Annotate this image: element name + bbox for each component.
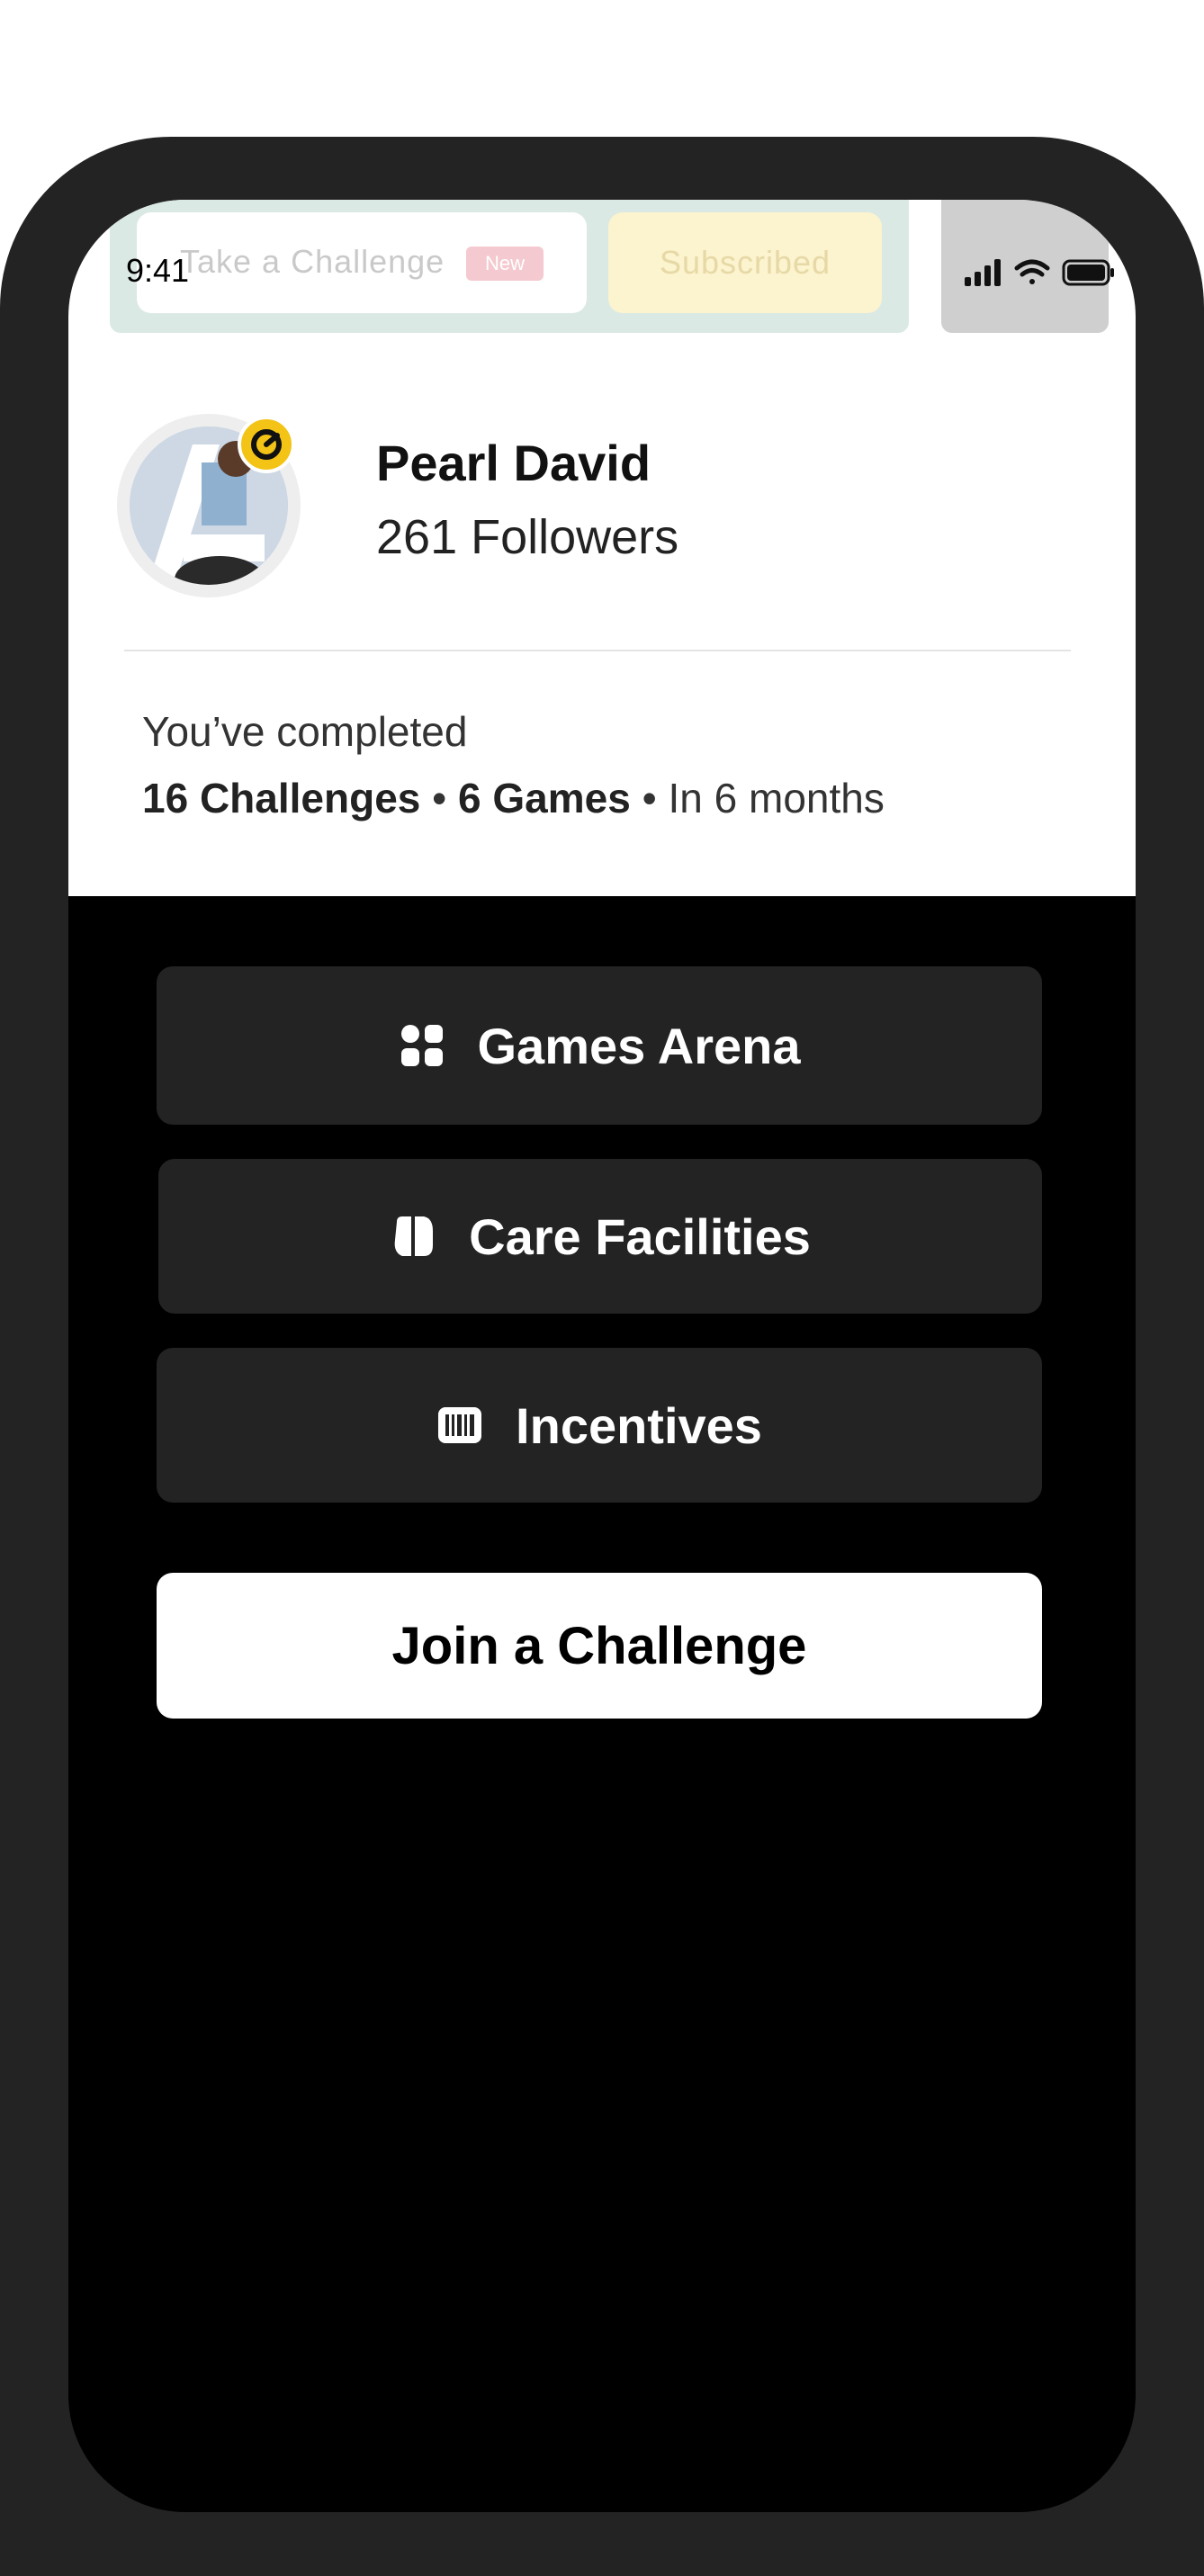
incentives-label: Incentives	[516, 1396, 762, 1454]
battery-icon	[1062, 259, 1114, 286]
take-challenge-label: Take a Challenge	[180, 243, 445, 280]
care-facilities-label: Care Facilities	[469, 1207, 811, 1265]
divider	[124, 650, 1071, 651]
separator-dot: •	[432, 775, 459, 821]
games-arena-label: Games Arena	[477, 1017, 801, 1074]
new-badge: New	[466, 247, 544, 281]
care-facility-icon	[390, 1213, 436, 1260]
barcode-icon	[436, 1402, 483, 1449]
phone-screen: Take a Challenge New Subscribed 9:41 Pea…	[68, 200, 1136, 2512]
incentives-button[interactable]: Incentives	[157, 1348, 1042, 1503]
grid-icon	[399, 1022, 445, 1069]
care-facilities-button[interactable]: Care Facilities	[158, 1159, 1042, 1314]
profile-name: Pearl David	[376, 435, 651, 491]
followers-count[interactable]: 261 Followers	[376, 509, 678, 565]
join-challenge-button[interactable]: Join a Challenge	[157, 1573, 1042, 1719]
completed-stats: 16 Challenges • 6 Games • In 6 months	[142, 774, 885, 822]
subscribed-button[interactable]: Subscribed	[608, 212, 882, 313]
separator-dot: •	[642, 775, 669, 821]
challenges-count: 16 Challenges	[142, 775, 421, 821]
games-arena-button[interactable]: Games Arena	[157, 966, 1042, 1125]
games-count: 6 Games	[458, 775, 631, 821]
signal-icon	[965, 259, 1001, 286]
status-icons	[965, 259, 1114, 286]
profile-card: Pearl David 261 Followers You’ve complet…	[68, 333, 1136, 896]
period-text: In 6 months	[668, 775, 885, 821]
wifi-icon	[1014, 259, 1050, 284]
verified-badge-icon	[238, 416, 295, 473]
completed-label: You’ve completed	[142, 708, 468, 755]
status-time: 9:41	[126, 252, 190, 289]
